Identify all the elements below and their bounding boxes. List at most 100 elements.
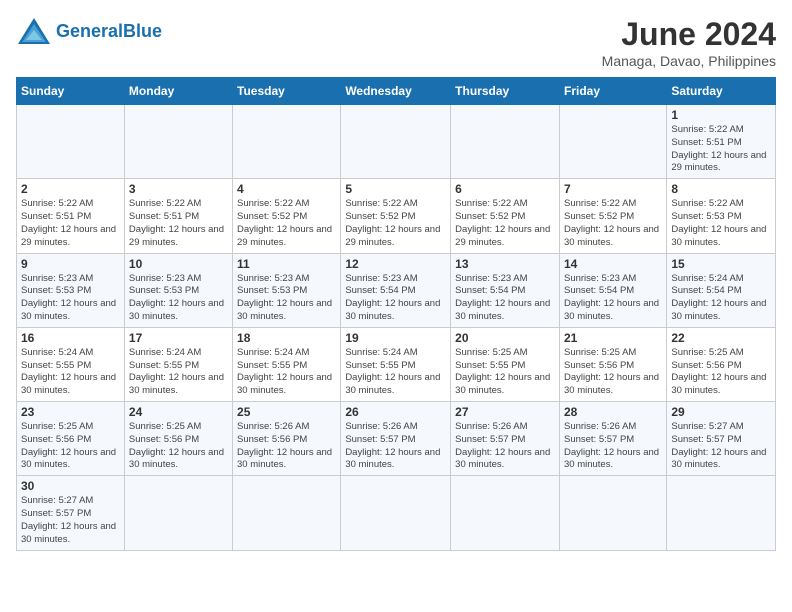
calendar-cell <box>17 105 125 179</box>
day-info: Sunrise: 5:22 AM Sunset: 5:52 PM Dayligh… <box>564 198 662 249</box>
calendar-cell <box>124 105 232 179</box>
day-info: Sunrise: 5:23 AM Sunset: 5:54 PM Dayligh… <box>455 273 555 324</box>
calendar-cell: 29 Sunrise: 5:27 AM Sunset: 5:57 PM Dayli… <box>667 402 776 476</box>
day-number: 23 <box>21 405 120 419</box>
day-number: 24 <box>129 405 228 419</box>
day-info: Sunrise: 5:22 AM Sunset: 5:53 PM Dayligh… <box>671 198 771 249</box>
day-number: 3 <box>129 182 228 196</box>
calendar-cell: 8 Sunrise: 5:22 AM Sunset: 5:53 PM Daylig… <box>667 179 776 253</box>
day-number: 16 <box>21 331 120 345</box>
calendar-cell: 20Sunrise: 5:25 AM Sunset: 5:55 PM Dayli… <box>451 327 560 401</box>
calendar-cell <box>124 476 232 550</box>
weekday-friday: Friday <box>559 78 666 105</box>
day-number: 19 <box>345 331 446 345</box>
day-number: 26 <box>345 405 446 419</box>
day-number: 14 <box>564 257 662 271</box>
day-info: Sunrise: 5:22 AM Sunset: 5:52 PM Dayligh… <box>455 198 555 249</box>
calendar-cell: 3 Sunrise: 5:22 AM Sunset: 5:51 PM Daylig… <box>124 179 232 253</box>
calendar-cell <box>559 476 666 550</box>
calendar-cell <box>341 105 451 179</box>
title-block: June 2024 Managa, Davao, Philippines <box>602 16 776 69</box>
calendar-cell <box>451 105 560 179</box>
day-info: Sunrise: 5:24 AM Sunset: 5:55 PM Dayligh… <box>237 347 336 398</box>
day-info: Sunrise: 5:25 AM Sunset: 5:56 PM Dayligh… <box>129 421 228 472</box>
weekday-header-row: SundayMondayTuesdayWednesdayThursdayFrid… <box>17 78 776 105</box>
calendar-cell: 24 Sunrise: 5:25 AM Sunset: 5:56 PM Dayli… <box>124 402 232 476</box>
day-number: 11 <box>237 257 336 271</box>
day-number: 1 <box>671 108 771 122</box>
calendar-cell: 9 Sunrise: 5:23 AM Sunset: 5:53 PM Daylig… <box>17 253 125 327</box>
logo: GeneralBlue <box>16 16 162 46</box>
day-number: 15 <box>671 257 771 271</box>
calendar-cell: 14 Sunrise: 5:23 AM Sunset: 5:54 PM Dayli… <box>559 253 666 327</box>
day-info: Sunrise: 5:27 AM Sunset: 5:57 PM Dayligh… <box>671 421 771 472</box>
weekday-monday: Monday <box>124 78 232 105</box>
weekday-saturday: Saturday <box>667 78 776 105</box>
day-number: 25 <box>237 405 336 419</box>
calendar-cell: 27 Sunrise: 5:26 AM Sunset: 5:57 PM Dayli… <box>451 402 560 476</box>
day-info: Sunrise: 5:22 AM Sunset: 5:52 PM Dayligh… <box>237 198 336 249</box>
day-info: Sunrise: 5:22 AM Sunset: 5:51 PM Dayligh… <box>129 198 228 249</box>
calendar-cell: 13 Sunrise: 5:23 AM Sunset: 5:54 PM Dayli… <box>451 253 560 327</box>
day-number: 8 <box>671 182 771 196</box>
logo-text: GeneralBlue <box>56 21 162 42</box>
calendar-week-1: 1 Sunrise: 5:22 AM Sunset: 5:51 PM Daylig… <box>17 105 776 179</box>
calendar-body: 1 Sunrise: 5:22 AM Sunset: 5:51 PM Daylig… <box>17 105 776 551</box>
calendar-week-4: 16 Sunrise: 5:24 AM Sunset: 5:55 PM Dayli… <box>17 327 776 401</box>
day-info: Sunrise: 5:22 AM Sunset: 5:51 PM Dayligh… <box>671 124 771 175</box>
calendar-cell: 28 Sunrise: 5:26 AM Sunset: 5:57 PM Dayli… <box>559 402 666 476</box>
calendar-cell: 4 Sunrise: 5:22 AM Sunset: 5:52 PM Daylig… <box>233 179 341 253</box>
day-number: 30 <box>21 479 120 493</box>
day-number: 29 <box>671 405 771 419</box>
weekday-thursday: Thursday <box>451 78 560 105</box>
calendar-cell: 23 Sunrise: 5:25 AM Sunset: 5:56 PM Dayli… <box>17 402 125 476</box>
day-info: Sunrise: 5:23 AM Sunset: 5:53 PM Dayligh… <box>21 273 120 324</box>
day-number: 5 <box>345 182 446 196</box>
calendar-cell: 1 Sunrise: 5:22 AM Sunset: 5:51 PM Daylig… <box>667 105 776 179</box>
calendar-cell: 12Sunrise: 5:23 AM Sunset: 5:54 PM Dayli… <box>341 253 451 327</box>
day-number: 27 <box>455 405 555 419</box>
calendar-cell <box>559 105 666 179</box>
day-number: 2 <box>21 182 120 196</box>
day-info: Sunrise: 5:23 AM Sunset: 5:54 PM Dayligh… <box>345 273 446 324</box>
calendar-cell <box>341 476 451 550</box>
day-info: Sunrise: 5:26 AM Sunset: 5:57 PM Dayligh… <box>345 421 446 472</box>
calendar-cell: 19Sunrise: 5:24 AM Sunset: 5:55 PM Dayli… <box>341 327 451 401</box>
calendar-cell: 25 Sunrise: 5:26 AM Sunset: 5:56 PM Dayli… <box>233 402 341 476</box>
day-number: 21 <box>564 331 662 345</box>
day-info: Sunrise: 5:26 AM Sunset: 5:56 PM Dayligh… <box>237 421 336 472</box>
weekday-wednesday: Wednesday <box>341 78 451 105</box>
calendar-header: SundayMondayTuesdayWednesdayThursdayFrid… <box>17 78 776 105</box>
day-info: Sunrise: 5:24 AM Sunset: 5:55 PM Dayligh… <box>21 347 120 398</box>
calendar-cell: 6Sunrise: 5:22 AM Sunset: 5:52 PM Daylig… <box>451 179 560 253</box>
day-info: Sunrise: 5:23 AM Sunset: 5:53 PM Dayligh… <box>237 273 336 324</box>
day-info: Sunrise: 5:26 AM Sunset: 5:57 PM Dayligh… <box>455 421 555 472</box>
day-info: Sunrise: 5:22 AM Sunset: 5:51 PM Dayligh… <box>21 198 120 249</box>
logo-icon <box>16 16 52 46</box>
calendar-cell <box>233 476 341 550</box>
day-number: 10 <box>129 257 228 271</box>
day-info: Sunrise: 5:26 AM Sunset: 5:57 PM Dayligh… <box>564 421 662 472</box>
day-number: 4 <box>237 182 336 196</box>
day-info: Sunrise: 5:25 AM Sunset: 5:56 PM Dayligh… <box>21 421 120 472</box>
day-info: Sunrise: 5:23 AM Sunset: 5:54 PM Dayligh… <box>564 273 662 324</box>
page-header: GeneralBlue June 2024 Managa, Davao, Phi… <box>16 16 776 69</box>
day-number: 22 <box>671 331 771 345</box>
day-number: 17 <box>129 331 228 345</box>
day-info: Sunrise: 5:27 AM Sunset: 5:57 PM Dayligh… <box>21 495 120 546</box>
day-number: 28 <box>564 405 662 419</box>
day-info: Sunrise: 5:24 AM Sunset: 5:54 PM Dayligh… <box>671 273 771 324</box>
day-number: 7 <box>564 182 662 196</box>
weekday-sunday: Sunday <box>17 78 125 105</box>
calendar-cell <box>233 105 341 179</box>
day-info: Sunrise: 5:25 AM Sunset: 5:55 PM Dayligh… <box>455 347 555 398</box>
calendar-cell: 21Sunrise: 5:25 AM Sunset: 5:56 PM Dayli… <box>559 327 666 401</box>
calendar-cell: 15 Sunrise: 5:24 AM Sunset: 5:54 PM Dayli… <box>667 253 776 327</box>
day-number: 13 <box>455 257 555 271</box>
day-info: Sunrise: 5:25 AM Sunset: 5:56 PM Dayligh… <box>671 347 771 398</box>
calendar-cell <box>451 476 560 550</box>
calendar-cell: 26 Sunrise: 5:26 AM Sunset: 5:57 PM Dayli… <box>341 402 451 476</box>
calendar-cell: 16 Sunrise: 5:24 AM Sunset: 5:55 PM Dayli… <box>17 327 125 401</box>
location: Managa, Davao, Philippines <box>602 53 776 69</box>
day-number: 9 <box>21 257 120 271</box>
